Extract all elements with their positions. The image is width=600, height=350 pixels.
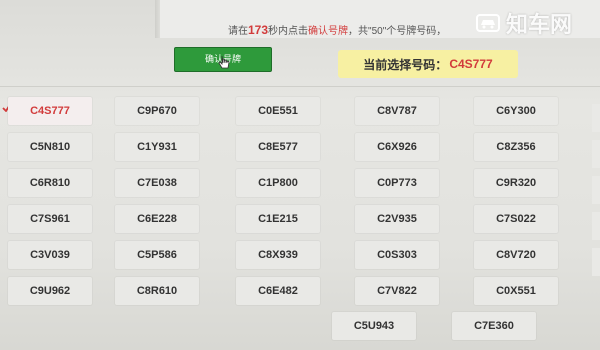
countdown-seconds: 173 xyxy=(248,23,269,37)
plate-option[interactable]: C5N810 xyxy=(8,133,92,161)
plate-cell-partial xyxy=(592,248,600,276)
current-selection-label: 当前选择号码： xyxy=(363,57,448,72)
plate-option[interactable]: C6E482 xyxy=(236,277,320,305)
plate-option[interactable]: C7S022 xyxy=(474,205,558,233)
plate-cell-partial xyxy=(592,104,600,132)
plate-option[interactable]: C3V039 xyxy=(8,241,92,269)
plate-option[interactable]: C8V720 xyxy=(474,241,558,269)
plate-option[interactable]: C9U962 xyxy=(8,277,92,305)
plate-option[interactable]: C9P670 xyxy=(115,97,199,125)
plate-option[interactable]: C6X926 xyxy=(355,133,439,161)
plate-option[interactable]: C7E360 xyxy=(452,312,536,340)
current-selection-value: C4S777 xyxy=(449,57,493,71)
plate-option[interactable]: C8R610 xyxy=(115,277,199,305)
hand-cursor-icon xyxy=(218,55,230,69)
plate-option[interactable]: C5U943 xyxy=(332,312,416,340)
plate-option[interactable]: C7V822 xyxy=(355,277,439,305)
plate-cell-partial xyxy=(592,212,600,240)
plate-option[interactable]: C9R320 xyxy=(474,169,558,197)
instruction-confirm-word: 确认号牌 xyxy=(308,26,349,37)
plate-option[interactable]: C7E038 xyxy=(115,169,199,197)
plate-option[interactable]: C0E551 xyxy=(236,97,320,125)
plate-option[interactable]: C0P773 xyxy=(355,169,439,197)
plate-option[interactable]: C5P586 xyxy=(115,241,199,269)
watermark-text: 知车网 xyxy=(506,12,573,37)
instruction-prefix: 请在 xyxy=(228,26,248,37)
car-logo-icon xyxy=(476,14,500,32)
plate-option[interactable]: C4S777 xyxy=(8,97,92,125)
instruction-mid: 秒内点击 xyxy=(268,26,309,37)
plate-cell-partial xyxy=(592,176,600,204)
plate-option[interactable]: C1P800 xyxy=(236,169,320,197)
plate-option[interactable]: C0X551 xyxy=(474,277,558,305)
plate-option[interactable]: C0S303 xyxy=(355,241,439,269)
watermark: 知车网 xyxy=(476,8,600,38)
plate-option[interactable]: C8V787 xyxy=(355,97,439,125)
plate-option[interactable]: C6E228 xyxy=(115,205,199,233)
plate-option[interactable]: C1Y931 xyxy=(115,133,199,161)
plate-cell-partial xyxy=(592,140,600,168)
plate-option[interactable]: C6Y300 xyxy=(474,97,558,125)
plate-option[interactable]: C8E577 xyxy=(236,133,320,161)
plate-option[interactable]: C7S961 xyxy=(8,205,92,233)
plate-option[interactable]: C6R810 xyxy=(8,169,92,197)
plate-option[interactable]: C2V935 xyxy=(355,205,439,233)
current-selection-box: 当前选择号码： C4S777 xyxy=(338,50,518,78)
plate-option[interactable]: C1E215 xyxy=(236,205,320,233)
plate-option[interactable]: C8X939 xyxy=(236,241,320,269)
plate-option[interactable]: C8Z356 xyxy=(474,133,558,161)
instruction-suffix: ，共"50"个号牌号码， xyxy=(348,26,447,37)
divider xyxy=(0,86,600,87)
